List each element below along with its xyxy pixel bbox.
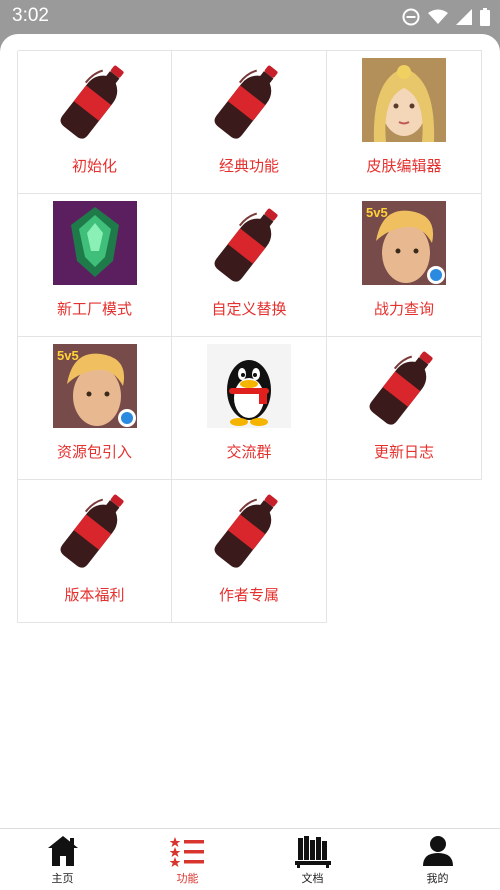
feature-grid: 初始化 经典功能 皮肤编辑器 新工厂模式 自定义替换 5v5 战力查询 5v5 … (17, 51, 482, 623)
cola-bottle-icon (207, 487, 291, 571)
grid-item-label: 自定义替换 (211, 300, 287, 318)
user-icon (422, 836, 453, 866)
nav-item-features[interactable]: 功能 (125, 829, 250, 890)
list-icon (169, 837, 204, 867)
grid-empty-cell (327, 480, 482, 623)
svg-text:5v5: 5v5 (57, 348, 79, 363)
cola-bottle-icon (362, 344, 446, 428)
status-icons (402, 8, 490, 26)
cola-bottle-icon (207, 58, 291, 142)
grid-item-label: 交流群 (226, 443, 272, 461)
grid-item-custom-replace[interactable]: 自定义替换 (172, 194, 327, 337)
green-gem-icon (52, 201, 137, 285)
grid-item-label: 资源包引入 (56, 443, 132, 461)
nav-label: 文档 (301, 872, 324, 885)
home-icon (47, 836, 78, 866)
grid-item-label: 新工厂模式 (56, 300, 132, 318)
grid-item-author-exclusive[interactable]: 作者专属 (172, 480, 327, 623)
do-not-disturb-icon (402, 8, 420, 26)
grid-item-version-bonus[interactable]: 版本福利 (17, 480, 172, 623)
wifi-icon (428, 9, 448, 24)
nav-label: 我的 (426, 872, 449, 885)
signal-icon (456, 9, 472, 25)
cola-bottle-icon (207, 201, 291, 285)
content-card: 初始化 经典功能 皮肤编辑器 新工厂模式 自定义替换 5v5 战力查询 5v5 … (0, 34, 500, 828)
grid-item-skin-editor[interactable]: 皮肤编辑器 (327, 51, 482, 194)
grid-item-chat-group[interactable]: 交流群 (172, 337, 327, 480)
game-5v5-icon: 5v5 (362, 201, 446, 285)
qq-penguin-icon (207, 344, 291, 428)
grid-item-resource-import[interactable]: 5v5 资源包引入 (17, 337, 172, 480)
status-time: 3:02 (12, 5, 49, 26)
nav-item-home[interactable]: 主页 (0, 829, 125, 890)
svg-text:5v5: 5v5 (366, 205, 388, 220)
grid-item-new-factory[interactable]: 新工厂模式 (17, 194, 172, 337)
grid-item-classic[interactable]: 经典功能 (172, 51, 327, 194)
nav-label: 主页 (51, 872, 74, 885)
status-bar: 3:02 (0, 0, 500, 34)
grid-item-power-query[interactable]: 5v5 战力查询 (327, 194, 482, 337)
battery-icon (480, 8, 490, 26)
nav-label: 功能 (176, 872, 199, 885)
cola-bottle-icon (53, 58, 137, 142)
books-icon (294, 836, 331, 868)
grid-item-label: 皮肤编辑器 (366, 157, 442, 175)
cola-bottle-icon (53, 487, 137, 571)
grid-item-label: 更新日志 (373, 443, 434, 461)
hero-portrait-icon (362, 58, 446, 142)
grid-item-label: 战力查询 (373, 300, 434, 318)
grid-item-label: 经典功能 (218, 157, 279, 175)
grid-item-label: 初始化 (71, 157, 117, 175)
grid-item-label: 作者专属 (218, 586, 279, 604)
grid-item-label: 版本福利 (64, 586, 125, 604)
grid-item-init[interactable]: 初始化 (17, 51, 172, 194)
nav-item-profile[interactable]: 我的 (375, 829, 500, 890)
bottom-nav: 主页 功能 文档 我的 (0, 828, 500, 890)
game-5v5-icon: 5v5 (52, 344, 137, 428)
nav-item-docs[interactable]: 文档 (250, 829, 375, 890)
grid-item-changelog[interactable]: 更新日志 (327, 337, 482, 480)
